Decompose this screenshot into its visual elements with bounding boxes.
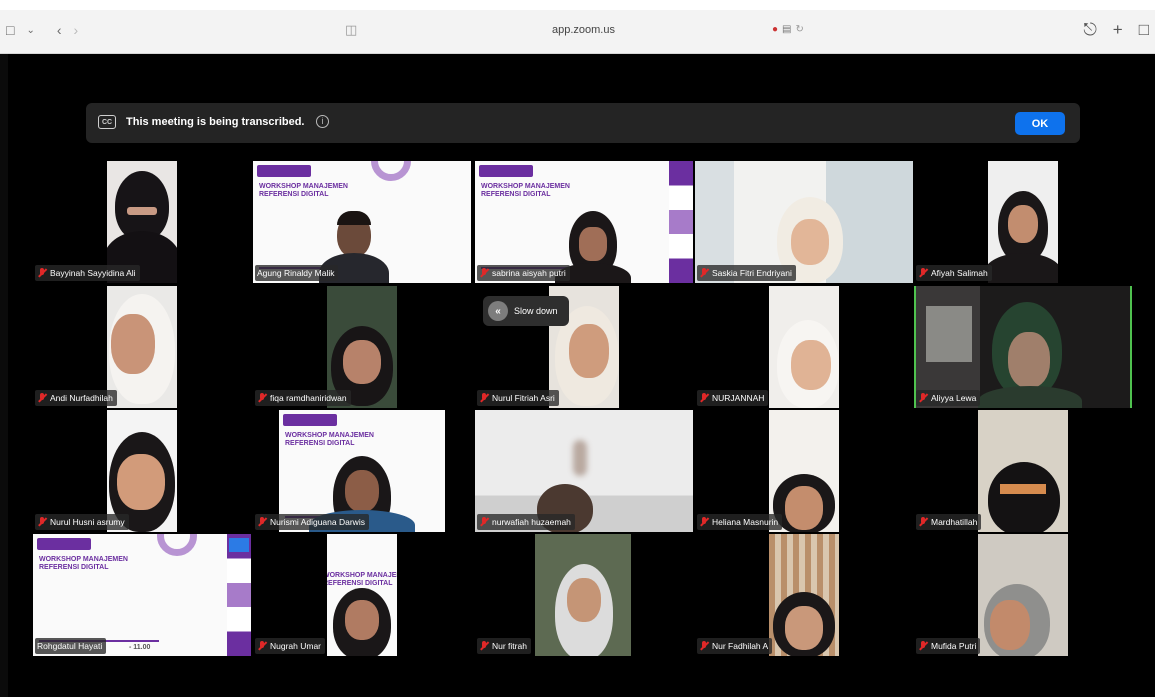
participant-tile[interactable]: Nur Fadhilah A — [695, 534, 913, 656]
chevron-right-icon[interactable]: › — [74, 22, 79, 38]
participant-name: sabrina aisyah putri — [477, 265, 570, 281]
sidebar-toggle-icon[interactable]: □ — [6, 22, 14, 38]
mic-muted-icon — [918, 640, 928, 652]
participant-name: Andi Nurfadhilah — [35, 390, 117, 406]
mic-muted-icon — [479, 640, 489, 652]
participant-name: Nurul Husni asrumy — [35, 514, 129, 530]
mic-muted-icon — [37, 516, 47, 528]
mic-muted-icon — [699, 640, 709, 652]
browser-toolbar: □ ⌄ ‹ › ◫ app.zoom.us ● ▤ ↻ ⎋ + □ — [0, 10, 1155, 54]
participant-tile[interactable]: NURJANNAH — [695, 286, 913, 408]
mic-muted-icon — [479, 516, 489, 528]
active-speaker-tile[interactable]: Aliyya Lewa — [914, 286, 1132, 408]
mic-muted-icon — [699, 516, 709, 528]
participant-tile[interactable]: Heliana Masnurin — [695, 410, 913, 532]
participant-tile[interactable]: fiqa ramdhaniridwan — [253, 286, 471, 408]
participant-name: fiqa ramdhaniridwan — [255, 390, 351, 406]
participant-tile[interactable]: WORKSHOP MANAJEMEN REFERENSI DIGITAL Agu… — [253, 161, 471, 283]
page-icon: ◫ — [345, 22, 358, 37]
participant-name: Mardhatillah — [916, 514, 982, 530]
participant-tile[interactable]: Nurul Husni asrumy — [33, 410, 251, 532]
slide-title: WORKSHOP MANAJEMEN REFERENSI DIGITAL — [39, 556, 128, 571]
slow-down-label: Slow down — [514, 306, 558, 316]
mic-muted-icon — [918, 392, 928, 404]
rewind-icon: « — [488, 301, 508, 321]
participant-name: Nur fitrah — [477, 638, 531, 654]
mic-muted-icon — [37, 392, 47, 404]
mic-muted-icon — [257, 516, 267, 528]
banner-text: This meeting is being transcribed. — [126, 116, 305, 128]
tabs-icon[interactable]: □ — [1139, 20, 1149, 40]
participant-tile[interactable]: Mardhatillah — [914, 410, 1132, 532]
mic-muted-icon — [37, 267, 47, 279]
participant-tile[interactable]: nurwafiah huzaemah — [475, 410, 693, 532]
slide-title: WORKSHOP MANAJEMEN REFERENSI DIGITAL — [327, 572, 397, 587]
mic-muted-icon — [479, 392, 489, 404]
slide-title: WORKSHOP MANAJEMEN REFERENSI DIGITAL — [259, 183, 348, 198]
slide-title: WORKSHOP MANAJEMEN REFERENSI DIGITAL — [481, 183, 570, 198]
slide-time: - 11.00 — [129, 644, 151, 651]
participant-name: Afiyah Salimah — [916, 265, 992, 281]
participant-tile[interactable]: WORKSHOP MANAJEMEN REFERENSI DIGITAL Nug… — [253, 534, 471, 656]
participant-tile[interactable]: Nur fitrah — [475, 534, 693, 656]
slow-down-button[interactable]: « Slow down — [483, 296, 569, 326]
mic-muted-icon — [699, 392, 709, 404]
participant-name: Agung Rinaldy Malik — [255, 265, 339, 281]
participant-name: Nurul Fitriah Asri — [477, 390, 559, 406]
transcription-banner: CC This meeting is being transcribed. i … — [86, 103, 1080, 143]
participant-tile[interactable]: Mufida Putri — [914, 534, 1132, 656]
participant-name: Nur Fadhilah A — [697, 638, 773, 654]
url-field[interactable]: app.zoom.us — [552, 24, 615, 36]
new-tab-icon[interactable]: + — [1113, 20, 1123, 40]
slide-title: WORKSHOP MANAJEMEN REFERENSI DIGITAL — [285, 432, 374, 447]
mic-muted-icon — [257, 392, 267, 404]
participant-tile[interactable]: Andi Nurfadhilah — [33, 286, 251, 408]
mic-muted-icon — [257, 640, 267, 652]
participant-name: Saskia Fitri Endriyani — [697, 265, 796, 281]
participant-tile[interactable]: WORKSHOP MANAJEMEN REFERENSI DIGITAL sab… — [475, 161, 693, 283]
mic-muted-icon — [699, 267, 709, 279]
info-icon[interactable]: i — [316, 115, 329, 128]
top-strip — [0, 0, 1155, 10]
mic-muted-icon — [479, 267, 489, 279]
participant-tile[interactable]: WORKSHOP MANAJEMEN REFERENSI DIGITAL Nur… — [253, 410, 471, 532]
mic-muted-icon — [918, 516, 928, 528]
participant-name: Nugrah Umar — [255, 638, 326, 654]
participant-name: Heliana Masnurin — [697, 514, 783, 530]
participant-name: nurwafiah huzaemah — [477, 514, 575, 530]
participant-name: Nurismi Adiguana Darwis — [255, 514, 369, 530]
mic-muted-icon — [918, 267, 928, 279]
chevron-left-icon[interactable]: ‹ — [57, 22, 62, 38]
share-icon[interactable]: ⎋ — [1083, 20, 1096, 40]
participant-name: Mufida Putri — [916, 638, 981, 654]
participant-tile[interactable]: Saskia Fitri Endriyani — [695, 161, 913, 283]
participant-tile[interactable]: Bayyinah Sayyidina Ali — [33, 161, 251, 283]
participant-name: Bayyinah Sayyidina Ali — [35, 265, 140, 281]
participant-tile[interactable]: Afiyah Salimah — [914, 161, 1132, 283]
participant-name: NURJANNAH — [697, 390, 769, 406]
closed-caption-icon: CC — [98, 115, 116, 129]
chevron-down-icon[interactable]: ⌄ — [26, 25, 34, 36]
ok-button[interactable]: OK — [1015, 112, 1065, 135]
recording-icon: ● ▤ ↻ — [772, 24, 804, 35]
participant-name: Rohgdatul Hayati — [35, 638, 107, 654]
participant-name: Aliyya Lewa — [916, 390, 981, 406]
participant-tile[interactable]: WORKSHOP MANAJEMEN REFERENSI DIGITAL - 1… — [33, 534, 251, 656]
